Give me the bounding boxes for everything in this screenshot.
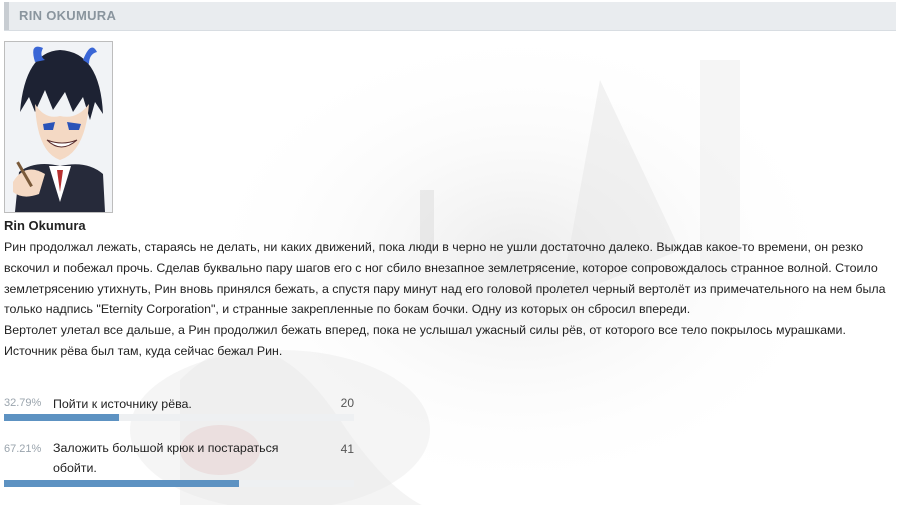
poll-option-label: Заложить большой крюк и постараться обой… [53, 441, 279, 475]
poll-progress-track [4, 414, 354, 421]
avatar-image [5, 42, 112, 212]
post-title-bar: RIN OKUMURA [4, 2, 896, 31]
poll-option-percent: 67.21% [4, 443, 42, 455]
character-name: Rin Okumura [4, 218, 86, 233]
poll-progress-fill [4, 414, 119, 421]
poll-option-2[interactable]: 67.21% Заложить большой крюк и постарать… [4, 438, 354, 490]
post-body: Рин продолжал лежать, стараясь не делать… [4, 237, 897, 362]
poll-option-percent: 32.79% [4, 397, 42, 409]
title-accent [4, 2, 9, 30]
poll-option-1[interactable]: 32.79% Пойти к источнику рёва. 20 [4, 394, 354, 424]
post-title: RIN OKUMURA [19, 8, 117, 23]
poll-option-votes: 20 [340, 396, 354, 410]
post-paragraph: Рин продолжал лежать, стараясь не делать… [4, 240, 886, 317]
post-paragraph: Вертолет улетал все дальше, а Рин продол… [4, 323, 846, 358]
poll-option-label: Пойти к источнику рёва. [53, 397, 192, 411]
poll-option-votes: 41 [340, 442, 354, 456]
poll-progress-fill [4, 480, 240, 487]
poll-progress-track [4, 480, 354, 487]
character-avatar [4, 41, 113, 213]
